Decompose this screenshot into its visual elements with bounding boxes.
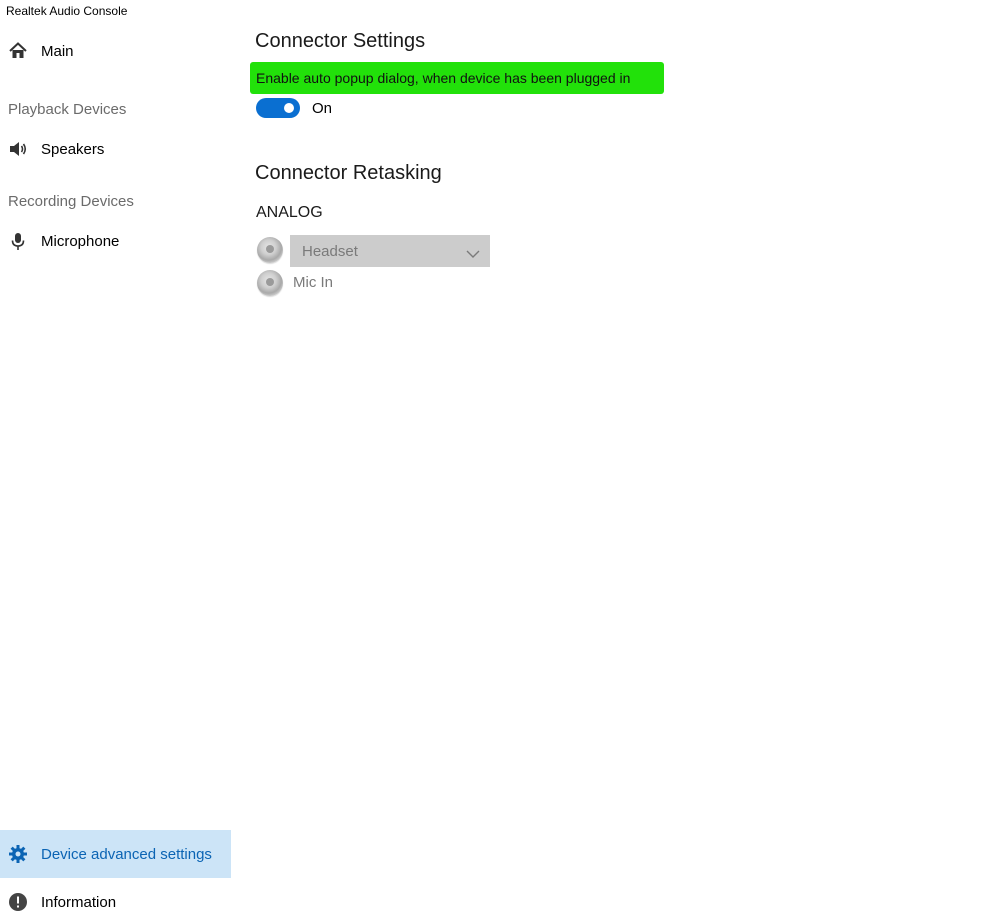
playback-devices-header: Playback Devices [8, 101, 127, 118]
analog-group-label: ANALOG [256, 204, 323, 221]
auto-popup-toggle[interactable] [256, 98, 300, 118]
recording-devices-header: Recording Devices [8, 193, 134, 210]
mic-in-jack-label: Mic In [293, 274, 334, 291]
sidebar-item-device-advanced-settings[interactable]: Device advanced settings [0, 830, 231, 878]
sidebar-item-microphone[interactable]: Microphone [0, 217, 231, 265]
connector-retasking-title: Connector Retasking [255, 162, 442, 184]
sidebar-item-speakers[interactable]: Speakers [0, 125, 231, 173]
sidebar-item-label: Device advanced settings [41, 845, 212, 863]
home-icon [8, 41, 28, 61]
gear-icon [8, 844, 28, 864]
connector-settings-title: Connector Settings [255, 30, 426, 52]
sidebar-item-main[interactable]: Main [0, 27, 231, 75]
audio-jack-icon [257, 237, 283, 263]
jack-function-dropdown[interactable]: Headset [290, 235, 490, 267]
sidebar: Main Playback Devices Speakers Recording… [0, 0, 231, 918]
auto-popup-option-label: Enable auto popup dialog, when device ha… [256, 70, 631, 86]
sidebar-item-label: Main [41, 42, 74, 60]
sidebar-item-label: Speakers [41, 140, 105, 158]
sidebar-item-label: Microphone [41, 232, 120, 250]
info-icon [8, 892, 28, 912]
toggle-state-label: On [312, 100, 333, 117]
audio-jack-icon [257, 270, 283, 296]
sidebar-item-label: Information [41, 893, 117, 911]
speaker-icon [8, 139, 28, 159]
chevron-down-icon [466, 246, 480, 264]
microphone-icon [8, 231, 28, 251]
sidebar-item-information[interactable]: Information [0, 878, 231, 918]
dropdown-value: Headset [302, 242, 358, 260]
toggle-knob [284, 103, 294, 113]
realtek-audio-console-window: Realtek Audio Console Main Playback Devi… [0, 0, 985, 918]
